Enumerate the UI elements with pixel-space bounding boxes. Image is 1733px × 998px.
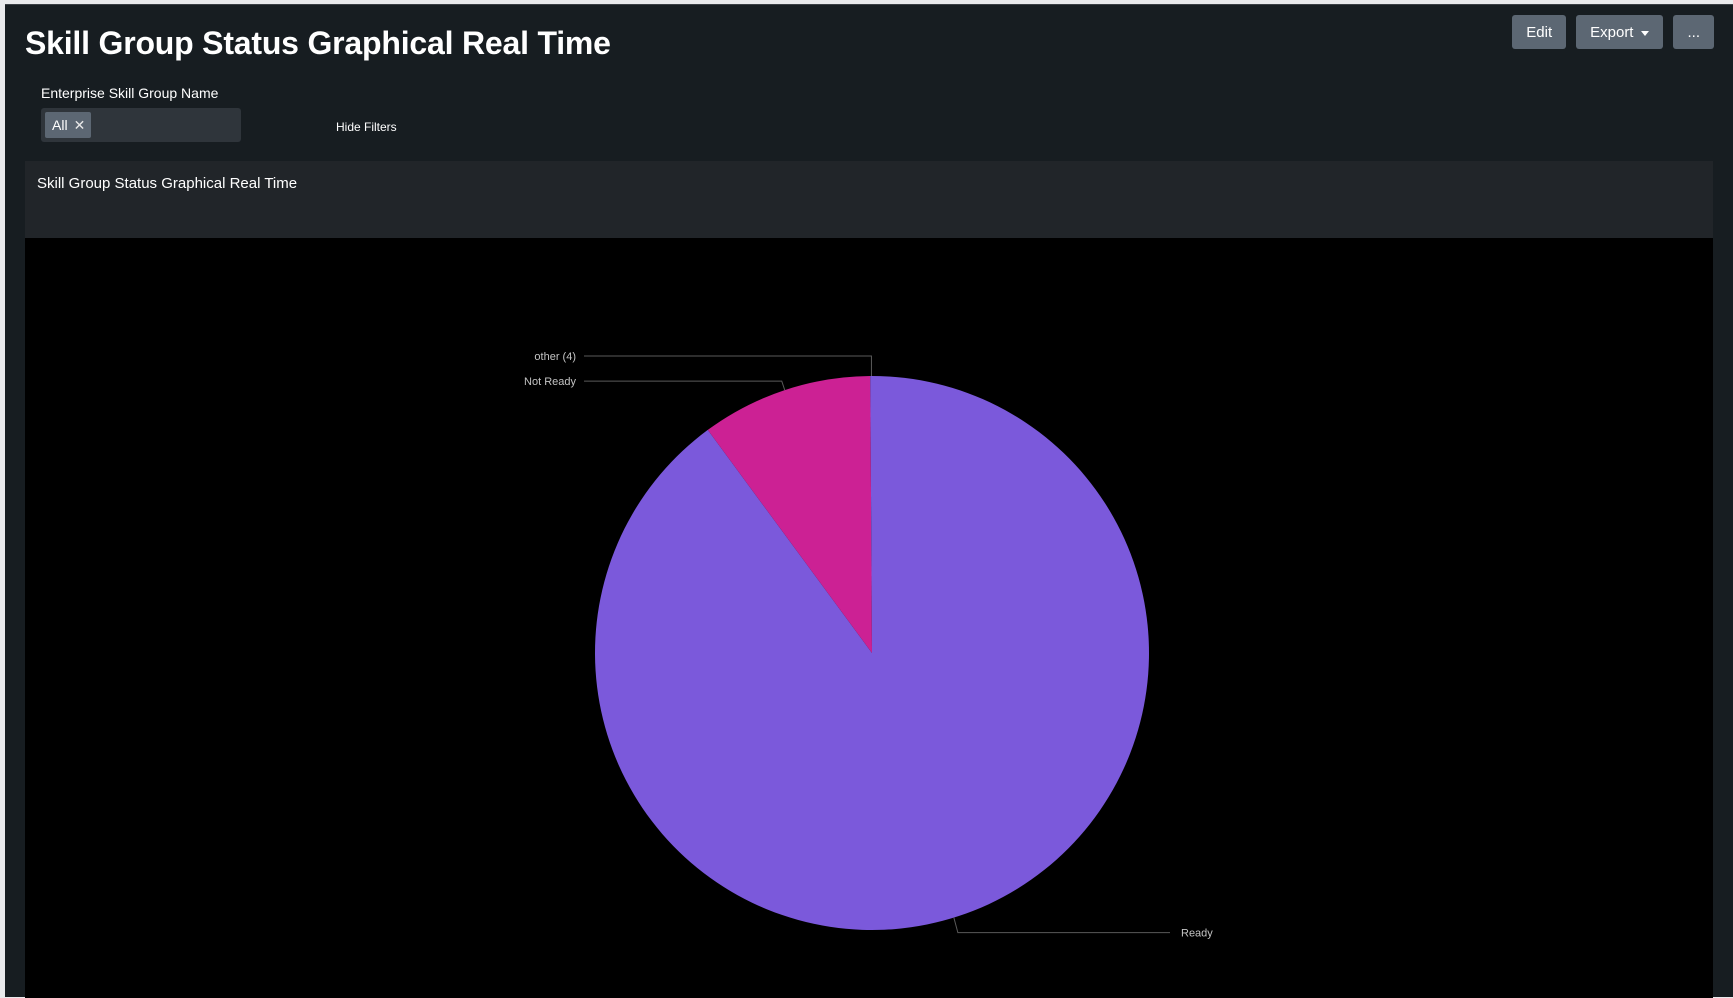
panel-title: Skill Group Status Graphical Real Time (37, 175, 298, 192)
pie-label-other: other (4) (534, 351, 576, 363)
export-button-label: Export (1590, 23, 1634, 41)
page-title: Skill Group Status Graphical Real Time (25, 25, 611, 61)
chip-label: All (52, 117, 68, 133)
panel-header: Skill Group Status Graphical Real Time (25, 161, 1713, 238)
pie-label-ready: Ready (1181, 928, 1213, 940)
pie-label-not-ready: Not Ready (524, 376, 576, 388)
more-actions-button[interactable]: ... (1673, 15, 1714, 49)
dashboard-window: Skill Group Status Graphical Real Time E… (5, 4, 1733, 998)
close-icon[interactable]: ✕ (74, 117, 86, 134)
toolbar: Edit Export ... (1512, 15, 1714, 49)
caret-down-icon (1641, 30, 1650, 36)
pie-chart: Ready Not Ready other (4) (524, 351, 1213, 940)
more-actions-label: ... (1687, 23, 1700, 41)
leader-line-ready (953, 917, 1170, 934)
leader-line-other (584, 355, 872, 377)
hide-filters-link[interactable]: Hide Filters (336, 120, 397, 134)
chart-area: Ready Not Ready other (4) (25, 238, 1713, 998)
edit-button-label: Edit (1526, 23, 1553, 41)
selected-value-chip: All ✕ (45, 112, 92, 138)
skill-group-multiselect[interactable]: All ✕ (41, 108, 241, 142)
edit-button[interactable]: Edit (1512, 15, 1567, 49)
leader-line-not-ready (584, 380, 786, 391)
filter-label: Enterprise Skill Group Name (41, 85, 219, 101)
export-button[interactable]: Export (1576, 15, 1664, 49)
